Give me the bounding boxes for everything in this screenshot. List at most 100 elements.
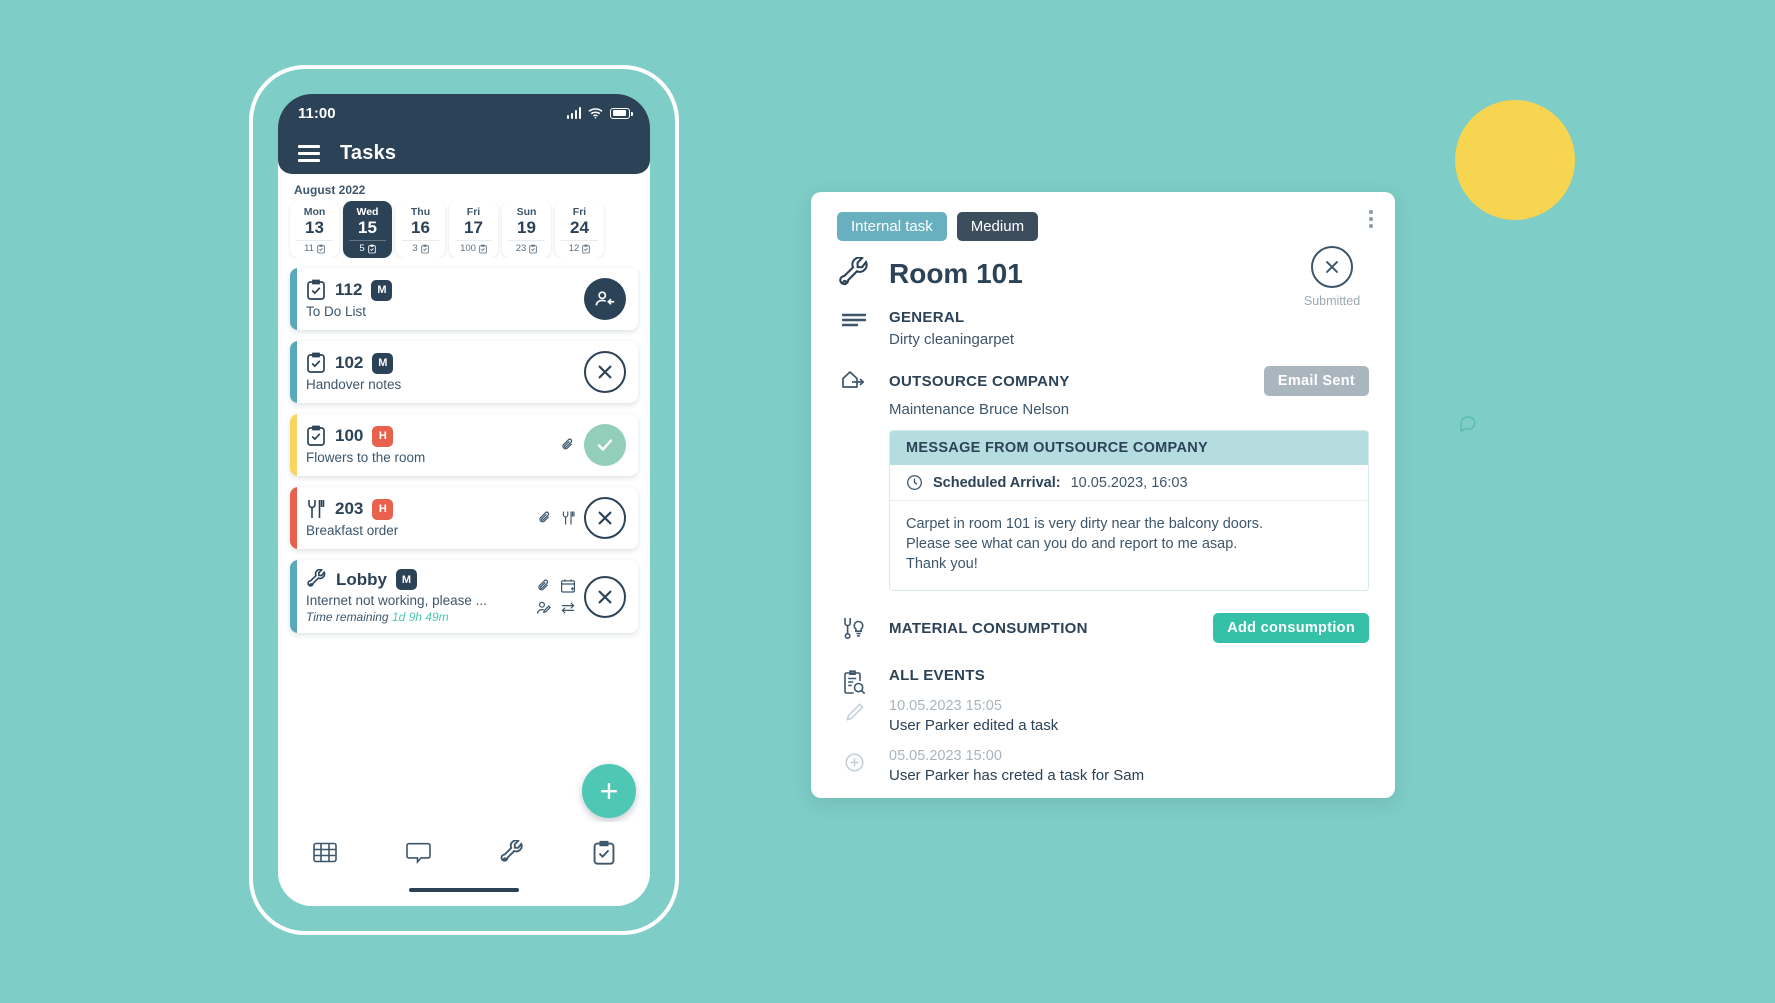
clipboard-check-icon <box>367 244 376 253</box>
event-timestamp: 05.05.2023 15:00 <box>889 748 1002 764</box>
outsource-heading: OUTSOURCE COMPANY <box>889 372 1070 390</box>
attachment-icon <box>537 510 553 526</box>
scheduled-arrival-row: Scheduled Arrival: 10.05.2023, 16:03 <box>890 465 1368 501</box>
task-row[interactable]: 102 M Handover notes <box>290 341 638 403</box>
task-description: To Do List <box>306 304 367 319</box>
task-id: 102 <box>335 353 364 372</box>
battery-icon <box>610 107 633 119</box>
date-chip-5[interactable]: Fri 24 12 <box>555 201 604 258</box>
events-list: 10.05.2023 15:05 User Parker edited a ta… <box>845 698 1369 784</box>
general-text: Dirty cleaningarpet <box>889 331 1015 348</box>
attachment-icon <box>560 437 576 453</box>
nav-tasks[interactable] <box>592 840 616 866</box>
date-chip-1[interactable]: Wed 15 5 <box>343 201 392 258</box>
outsource-icon <box>837 366 871 591</box>
date-chip-dow: Fri <box>572 206 587 218</box>
wrench-icon <box>837 257 871 291</box>
task-meta-icons <box>524 437 576 453</box>
pencil-icon <box>837 698 871 734</box>
lines-icon <box>837 309 871 348</box>
event-timestamp: 10.05.2023 15:05 <box>889 698 1002 714</box>
task-priority-bar <box>290 560 297 633</box>
wifi-icon <box>588 107 603 119</box>
date-strip[interactable]: Mon 13 11 Wed 15 5 Thu 16 3 Fri 17 100 S… <box>278 201 650 258</box>
task-priority-badge: M <box>396 569 417 590</box>
task-priority-badge: M <box>371 279 393 301</box>
date-chip-dow: Mon <box>303 206 326 218</box>
date-chip-number: 19 <box>517 218 536 237</box>
task-row[interactable]: Lobby M Internet not working, please ...… <box>290 560 638 633</box>
task-detail-panel: Internal task Medium Room 101 Submitted … <box>811 192 1395 798</box>
hamburger-menu-icon[interactable] <box>298 144 320 162</box>
date-chip-count-value: 5 <box>359 243 365 254</box>
close-circle-icon[interactable] <box>1311 246 1353 288</box>
signal-bars-icon <box>566 107 581 119</box>
general-heading: GENERAL <box>889 309 965 326</box>
date-chip-number: 13 <box>305 218 324 237</box>
task-priority-chip[interactable]: Medium <box>956 212 1039 241</box>
bottom-nav <box>278 822 650 906</box>
date-chip-3[interactable]: Fri 17 100 <box>449 201 498 258</box>
date-chip-count-value: 11 <box>304 243 314 254</box>
date-chip-count-value: 3 <box>412 243 418 254</box>
add-task-button[interactable]: + <box>582 764 636 818</box>
task-row[interactable]: 203 H Breakfast order <box>290 487 638 549</box>
message-heading: MESSAGE FROM OUTSOURCE COMPANY <box>890 431 1368 465</box>
cutlery-icon <box>561 510 576 526</box>
clipboard-check-icon <box>582 244 591 253</box>
home-indicator <box>409 888 519 892</box>
task-priority-badge: M <box>372 352 394 374</box>
task-row[interactable]: 100 H Flowers to the room <box>290 414 638 476</box>
task-status: Submitted <box>1295 246 1369 308</box>
event-description: User Parker has creted a task for Sam <box>889 767 1145 784</box>
date-chip-count: 100 <box>455 240 492 254</box>
task-priority-bar <box>290 414 297 476</box>
phone-screen: 11:00 Tasks August 2022 Mon 13 11 Wed 15… <box>278 94 650 906</box>
date-chip-dow: Wed <box>356 206 379 218</box>
task-id: 112 <box>335 280 363 299</box>
date-chip-count-value: 12 <box>568 243 580 254</box>
close-task-button[interactable] <box>584 351 626 393</box>
material-consumption-section: MATERIAL CONSUMPTION Add consumption <box>837 613 1369 643</box>
task-type-chip[interactable]: Internal task <box>837 212 947 241</box>
message-line-2: Please see what can you do and report to… <box>906 536 1238 552</box>
task-row[interactable]: 112 M To Do List <box>290 268 638 330</box>
nav-messages[interactable] <box>405 840 432 866</box>
calendar-add-icon <box>560 578 576 594</box>
date-chip-0[interactable]: Mon 13 11 <box>290 201 339 258</box>
add-consumption-button[interactable]: Add consumption <box>1213 613 1369 643</box>
date-chip-count-value: 100 <box>460 243 476 254</box>
nav-maintenance[interactable] <box>499 840 525 866</box>
task-time-remaining: Time remaining 1d 9h 49m <box>306 610 524 624</box>
general-section: GENERAL Dirty cleaningarpet <box>837 309 1369 348</box>
decorative-yellow-circle <box>1455 100 1575 220</box>
date-chip-dow: Sun <box>516 206 537 218</box>
page-title: Tasks <box>340 141 397 164</box>
nav-dashboard[interactable] <box>312 840 338 866</box>
task-description: Internet not working, please ... <box>306 593 487 608</box>
close-task-button[interactable] <box>584 497 626 539</box>
email-sent-button[interactable]: Email Sent <box>1263 366 1369 396</box>
complete-task-button[interactable] <box>584 424 626 466</box>
task-description: Breakfast order <box>306 523 399 538</box>
outsource-text: Maintenance Bruce Nelson <box>889 401 1070 418</box>
plus-icon: + <box>599 773 619 809</box>
task-priority-badge: H <box>372 498 394 520</box>
close-task-button[interactable] <box>584 575 626 618</box>
status-badge: Submitted <box>1303 294 1361 308</box>
event-item: 05.05.2023 15:00 User Parker has creted … <box>837 748 1369 784</box>
date-chip-number: 16 <box>411 218 430 237</box>
more-vertical-icon[interactable] <box>1369 210 1373 228</box>
assign-user-button[interactable] <box>584 278 626 320</box>
date-chip-count: 11 <box>296 240 333 254</box>
date-chip-4[interactable]: Sun 19 23 <box>502 201 551 258</box>
date-chip-2[interactable]: Thu 16 3 <box>396 201 445 258</box>
clipboard-check-icon <box>306 279 326 301</box>
date-chip-count: 23 <box>508 240 545 254</box>
task-meta-icons <box>524 510 576 526</box>
task-time-label: Time remaining <box>306 610 389 624</box>
scheduled-arrival-label: Scheduled Arrival: <box>933 474 1061 491</box>
date-chip-count-value: 23 <box>515 243 527 254</box>
wrench-icon <box>306 569 327 590</box>
message-line-1: Carpet in room 101 is very dirty near th… <box>906 516 1264 532</box>
